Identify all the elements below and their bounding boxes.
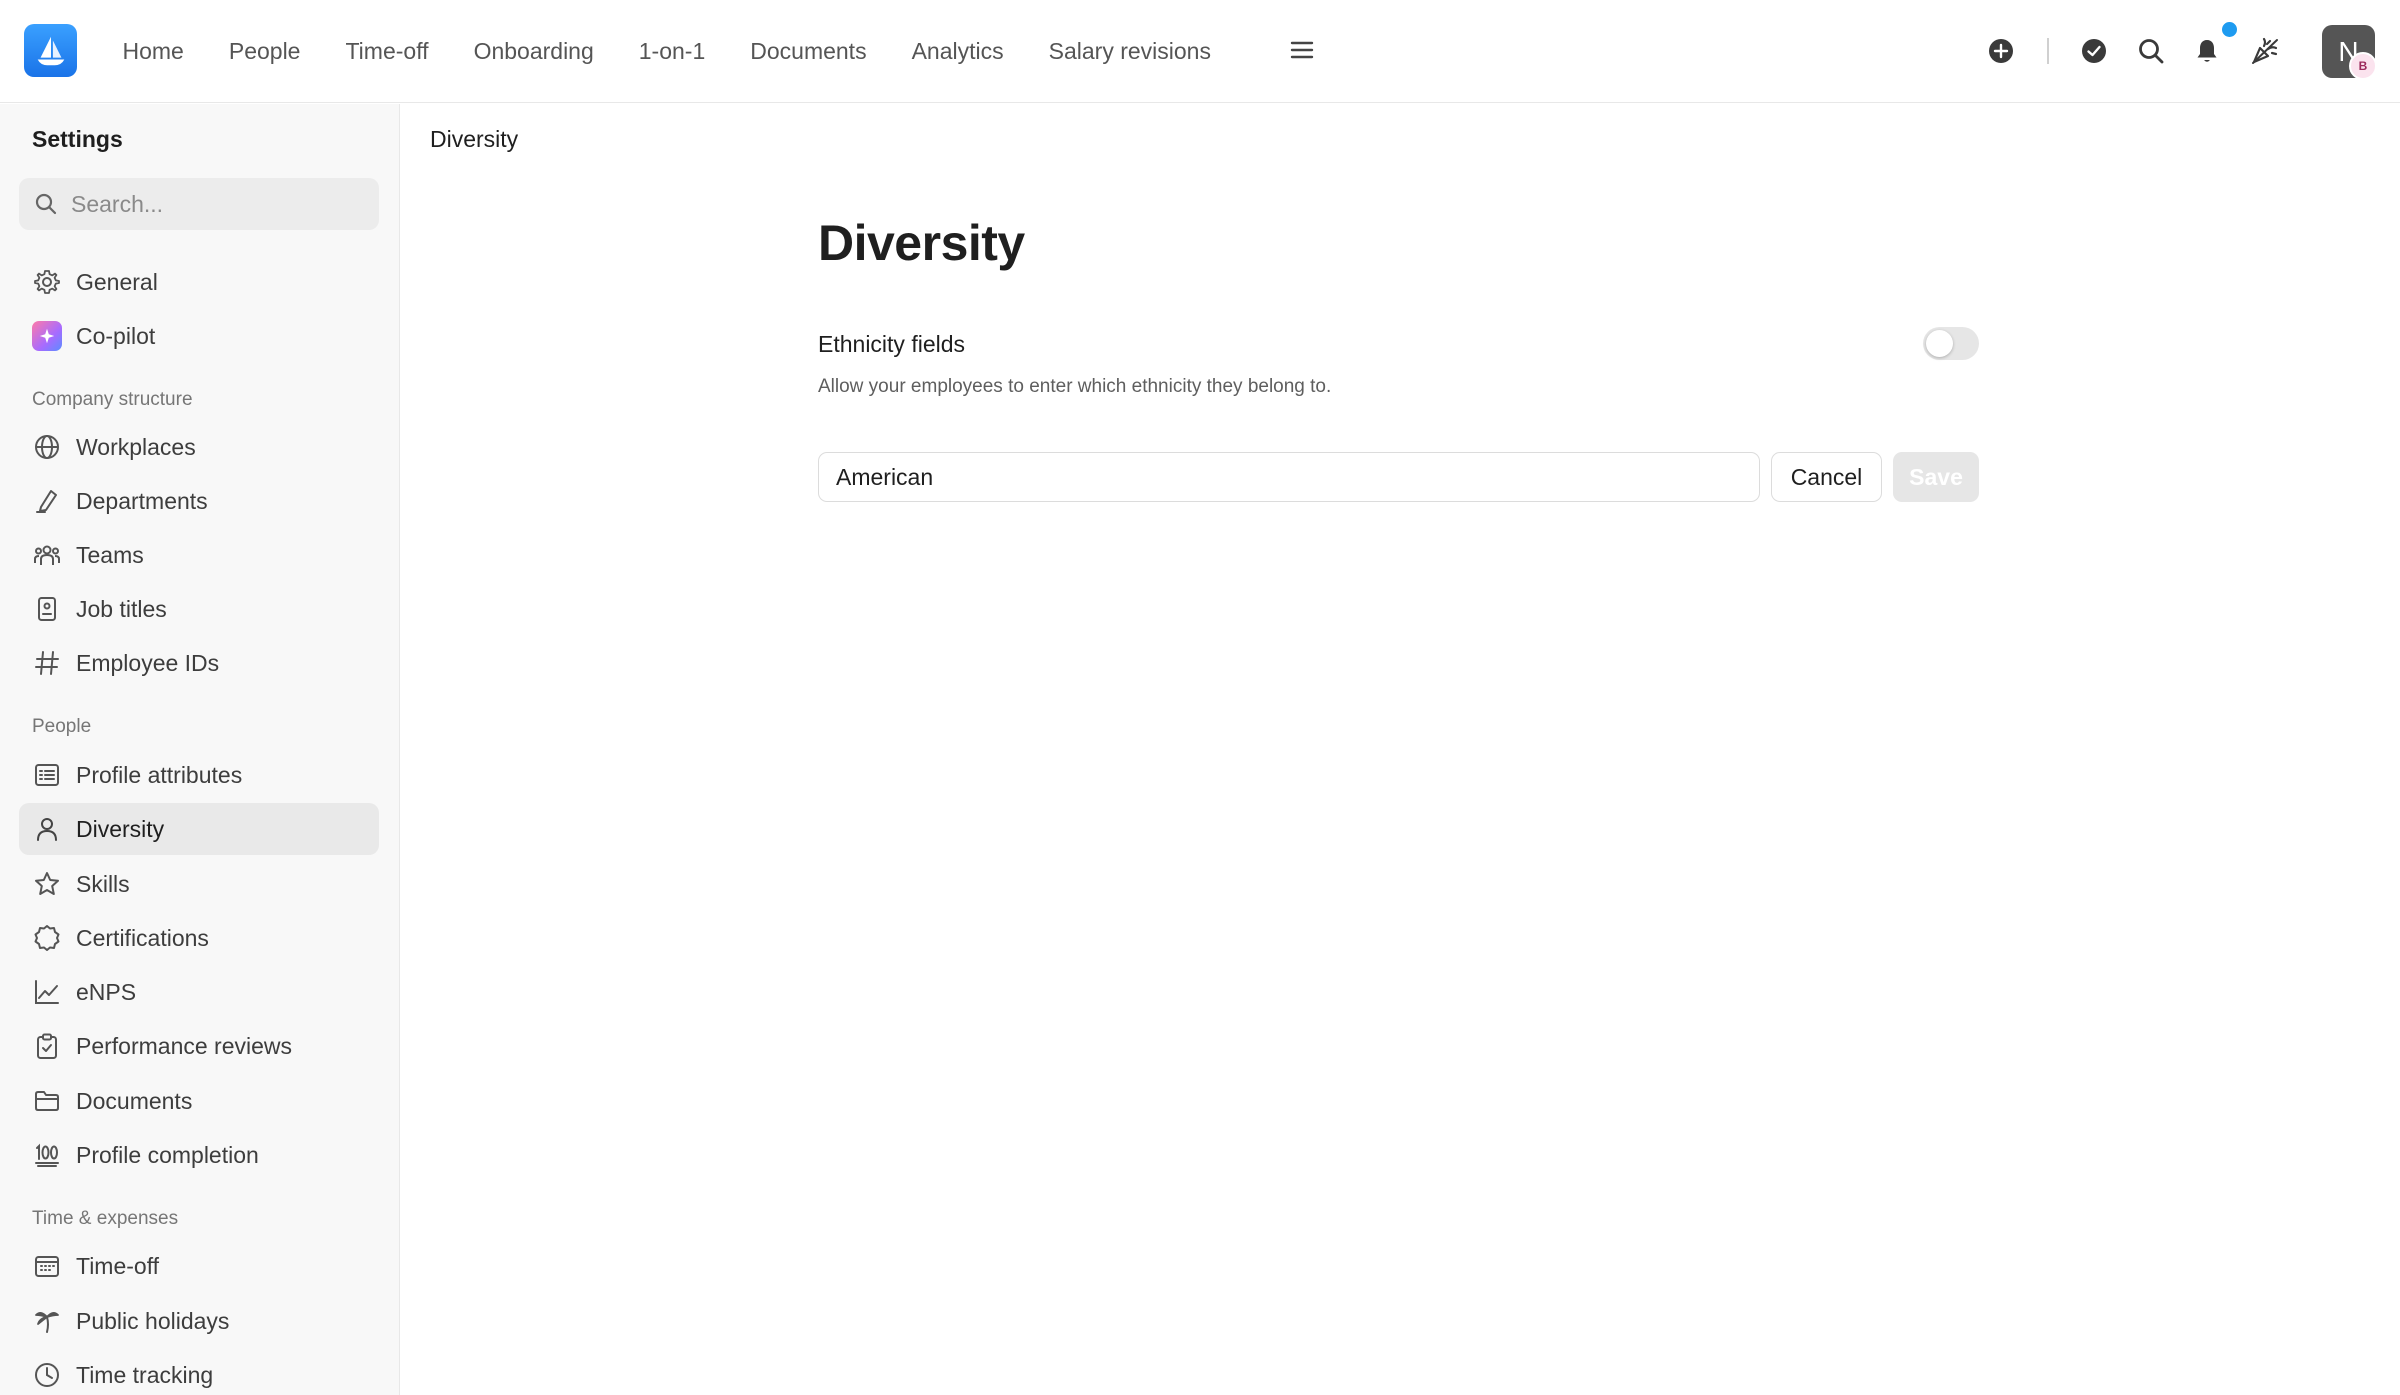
nav-time-off[interactable]: Time-off bbox=[323, 38, 451, 65]
hamburger-menu-icon[interactable] bbox=[1288, 36, 1316, 64]
bell-icon[interactable] bbox=[2190, 34, 2224, 68]
sidebar-item-departments[interactable]: Departments bbox=[19, 475, 379, 527]
sidebar-item-label: General bbox=[76, 268, 158, 295]
sidebar-item-profile-completion[interactable]: Profile completion bbox=[19, 1129, 379, 1181]
sidebar-item-label: Time-off bbox=[76, 1252, 160, 1279]
add-circle-icon[interactable] bbox=[1984, 34, 2018, 68]
sidebar-item-public-holidays[interactable]: Public holidays bbox=[19, 1295, 379, 1347]
sidebar-item-skills[interactable]: Skills bbox=[19, 858, 379, 910]
team-icon bbox=[32, 540, 62, 570]
sidebar-title: Settings bbox=[32, 126, 123, 152]
sidebar-item-co-pilot[interactable]: Co-pilot bbox=[19, 310, 379, 362]
sidebar-item-label: Skills bbox=[76, 870, 130, 897]
tasks-check-icon[interactable] bbox=[2077, 34, 2111, 68]
nav-onboarding[interactable]: Onboarding bbox=[451, 38, 616, 65]
section-time-expenses: Time & expenses bbox=[32, 1208, 179, 1229]
sidebar-item-label: Profile completion bbox=[76, 1141, 259, 1168]
breadcrumb: Diversity bbox=[430, 126, 519, 152]
nav-one-on-one[interactable]: 1-on-1 bbox=[616, 38, 727, 65]
nav-home[interactable]: Home bbox=[100, 38, 206, 65]
top-navigation-bar: Home People Time-off Onboarding 1-on-1 D… bbox=[0, 0, 2400, 103]
settings-sidebar: Settings General Co-pilot Company struct… bbox=[0, 104, 400, 1395]
sidebar-item-label: Teams bbox=[76, 541, 144, 568]
notification-dot bbox=[2222, 22, 2237, 37]
toolbar-divider bbox=[2047, 38, 2049, 64]
folder-icon bbox=[32, 1086, 62, 1116]
sidebar-item-certifications[interactable]: Certifications bbox=[19, 912, 379, 964]
sidebar-item-label: Diversity bbox=[76, 815, 165, 842]
party-popper-icon[interactable] bbox=[2248, 34, 2282, 68]
sidebar-item-label: Departments bbox=[76, 487, 208, 514]
ethnicity-fields-help: Allow your employees to enter which ethn… bbox=[818, 376, 1332, 397]
cancel-button[interactable]: Cancel bbox=[1771, 452, 1882, 502]
sidebar-item-label: Certifications bbox=[76, 924, 209, 951]
sidebar-item-diversity[interactable]: Diversity bbox=[19, 803, 379, 855]
chart-line-icon bbox=[32, 977, 62, 1007]
sidebar-item-general[interactable]: General bbox=[19, 256, 379, 308]
search-icon[interactable] bbox=[2134, 34, 2168, 68]
nav-people[interactable]: People bbox=[206, 38, 323, 65]
sidebar-item-job-titles[interactable]: Job titles bbox=[19, 583, 379, 635]
sidebar-item-enps[interactable]: eNPS bbox=[19, 966, 379, 1018]
star-icon bbox=[32, 869, 62, 899]
hundred-icon bbox=[32, 1140, 62, 1170]
app-logo-icon[interactable] bbox=[24, 24, 77, 77]
sidebar-item-label: Employee IDs bbox=[76, 649, 220, 676]
nav-documents[interactable]: Documents bbox=[728, 38, 889, 65]
company-badge: B bbox=[2349, 52, 2377, 80]
sidebar-item-label: Time tracking bbox=[76, 1361, 214, 1388]
calendar-icon bbox=[32, 1251, 62, 1281]
sidebar-item-label: Workplaces bbox=[76, 433, 196, 460]
gear-icon bbox=[32, 267, 62, 297]
page-title: Diversity bbox=[818, 215, 1025, 271]
list-icon bbox=[32, 760, 62, 790]
globe-icon bbox=[32, 432, 62, 462]
section-people: People bbox=[32, 716, 92, 737]
sidebar-item-label: Documents bbox=[76, 1087, 193, 1114]
sidebar-item-label: eNPS bbox=[76, 978, 137, 1005]
ethnicity-fields-toggle[interactable] bbox=[1923, 327, 1979, 360]
sidebar-item-workplaces[interactable]: Workplaces bbox=[19, 421, 379, 473]
sidebar-item-label: Performance reviews bbox=[76, 1032, 293, 1059]
nav-analytics[interactable]: Analytics bbox=[889, 38, 1026, 65]
palm-tree-icon bbox=[32, 1306, 62, 1336]
certificate-icon bbox=[32, 923, 62, 953]
hash-icon bbox=[32, 648, 62, 678]
sidebar-search[interactable] bbox=[19, 178, 379, 230]
clipboard-check-icon bbox=[32, 1031, 62, 1061]
sidebar-item-label: Public holidays bbox=[76, 1307, 230, 1334]
ethnicity-input[interactable] bbox=[818, 452, 1760, 502]
search-icon bbox=[35, 193, 57, 215]
pen-icon bbox=[32, 486, 62, 516]
save-button[interactable]: Save bbox=[1893, 452, 1979, 502]
sidebar-item-label: Job titles bbox=[76, 595, 167, 622]
sidebar-item-profile-attributes[interactable]: Profile attributes bbox=[19, 749, 379, 801]
badge-icon bbox=[32, 594, 62, 624]
sidebar-item-time-tracking[interactable]: Time tracking bbox=[19, 1349, 379, 1395]
sidebar-search-input[interactable] bbox=[71, 190, 371, 218]
toggle-knob bbox=[1926, 330, 1953, 357]
sidebar-item-documents[interactable]: Documents bbox=[19, 1075, 379, 1127]
clock-icon bbox=[32, 1360, 62, 1390]
copilot-icon bbox=[32, 321, 62, 351]
sidebar-item-label: Co-pilot bbox=[76, 322, 156, 349]
user-icon bbox=[32, 814, 62, 844]
nav-salary-revisions[interactable]: Salary revisions bbox=[1026, 38, 1233, 65]
sidebar-item-employee-ids[interactable]: Employee IDs bbox=[19, 637, 379, 689]
sidebar-item-performance-reviews[interactable]: Performance reviews bbox=[19, 1020, 379, 1072]
main-nav: Home People Time-off Onboarding 1-on-1 D… bbox=[100, 0, 1233, 103]
sidebar-item-label: Profile attributes bbox=[76, 761, 243, 788]
section-company-structure: Company structure bbox=[32, 389, 193, 410]
sidebar-item-time-off[interactable]: Time-off bbox=[19, 1240, 379, 1292]
ethnicity-fields-label: Ethnicity fields bbox=[818, 331, 966, 357]
sidebar-item-teams[interactable]: Teams bbox=[19, 529, 379, 581]
